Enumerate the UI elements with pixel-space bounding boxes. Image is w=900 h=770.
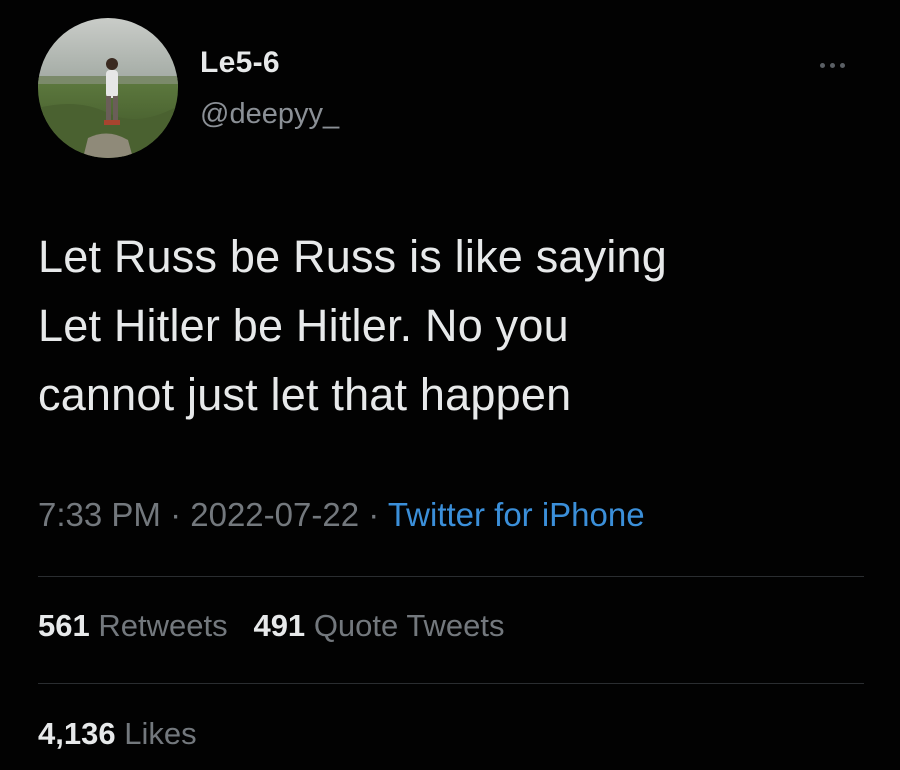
tweet-text-line: Let Russ be Russ is like saying xyxy=(38,231,667,282)
dot xyxy=(819,62,825,68)
more-horizontal-icon[interactable] xyxy=(812,58,852,72)
dot xyxy=(839,62,845,68)
meta-separator: · xyxy=(368,496,380,533)
tweet-time[interactable]: 7:33 PM xyxy=(38,496,161,533)
user-handle[interactable]: @deepyy_ xyxy=(200,98,339,131)
likes-count: 4,136 xyxy=(38,716,116,751)
display-name[interactable]: Le5-6 xyxy=(200,46,280,80)
tweet-text: Let Russ be Russ is like saying Let Hitl… xyxy=(38,222,868,429)
divider xyxy=(38,576,864,577)
tweet-text-line: Let Hitler be Hitler. No you xyxy=(38,300,569,351)
engagement-stats: 561 Retweets 491 Quote Tweets xyxy=(38,608,505,644)
avatar-photo xyxy=(38,18,178,158)
avatar[interactable] xyxy=(38,18,178,158)
divider xyxy=(38,683,864,684)
dot xyxy=(829,62,835,68)
likes-label: Likes xyxy=(124,716,197,751)
retweets-label: Retweets xyxy=(98,608,228,643)
likes-stat[interactable]: 4,136 Likes xyxy=(38,716,197,752)
quote-tweets-count: 491 xyxy=(253,608,306,643)
retweets-stat[interactable]: 561 Retweets xyxy=(38,608,236,643)
quote-tweets-label: Quote Tweets xyxy=(313,608,505,643)
meta-separator: · xyxy=(170,496,182,533)
quote-tweets-stat[interactable]: 491 Quote Tweets xyxy=(253,608,504,643)
retweets-count: 561 xyxy=(38,608,90,643)
tweet-source-link[interactable]: Twitter for iPhone xyxy=(388,496,645,533)
tweet-text-line: cannot just let that happen xyxy=(38,369,572,420)
tweet-meta: 7:33 PM · 2022-07-22 · Twitter for iPhon… xyxy=(38,496,645,534)
tweet-card: Le5-6 @deepyy_ Let Russ be Russ is like … xyxy=(0,0,900,770)
tweet-date[interactable]: 2022-07-22 xyxy=(190,496,359,533)
